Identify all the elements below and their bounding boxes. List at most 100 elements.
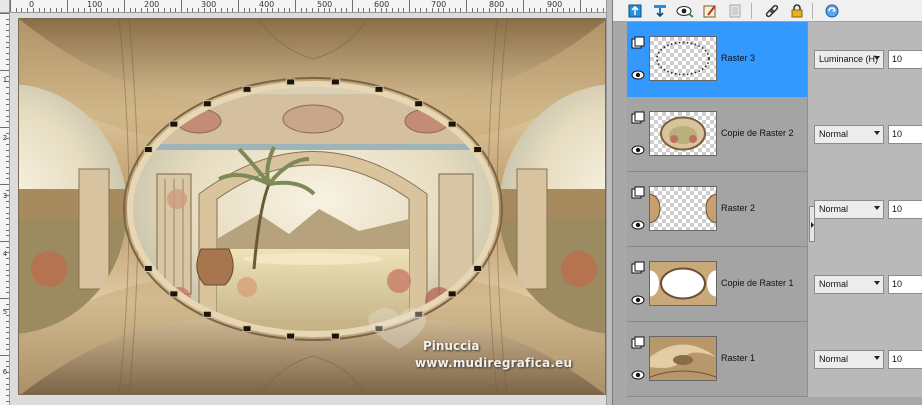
blend-mode-dropdown[interactable]: Normal — [814, 350, 884, 369]
layer-icons — [627, 172, 649, 247]
layer-name[interactable]: Copie de Raster 2 — [721, 128, 794, 138]
layer-type-icon[interactable] — [631, 336, 645, 350]
ruler-tick — [6, 292, 9, 294]
ruler-tick — [448, 8, 450, 12]
lock-icon[interactable] — [788, 2, 806, 20]
blend-mode-value: Luminance (H) — [819, 54, 879, 64]
ruler-tick — [181, 0, 182, 12]
layer-name[interactable]: Raster 2 — [721, 203, 755, 213]
sync-icon[interactable] — [823, 2, 841, 20]
ruler-tick — [6, 98, 9, 100]
layer-main[interactable]: Raster 2 — [627, 172, 807, 247]
opacity-field[interactable]: 10 — [888, 350, 922, 369]
ruler-tick — [517, 8, 519, 12]
ruler-tick — [129, 8, 131, 12]
opacity-field[interactable]: 10 — [888, 275, 922, 294]
layer-name[interactable]: Raster 3 — [721, 53, 755, 63]
frame-stud — [330, 332, 340, 340]
blend-mode-dropdown[interactable]: Normal — [814, 200, 884, 219]
ruler-tick — [169, 8, 171, 12]
ruler-tick — [49, 8, 51, 12]
layer-main[interactable]: Copie de Raster 2 — [627, 97, 807, 172]
palette-splitter[interactable] — [809, 206, 815, 242]
frame-stud — [374, 85, 384, 93]
ruler-tick — [243, 8, 245, 12]
ruler-tick — [6, 178, 9, 180]
visibility-eye-icon[interactable] — [631, 293, 645, 305]
layer-row[interactable]: Copie de Raster 2 Normal 10 — [627, 97, 922, 172]
ruler-tick — [6, 47, 9, 49]
layer-thumbnail[interactable] — [649, 36, 717, 81]
ruler-tick — [10, 0, 11, 12]
ruler-tick — [6, 104, 9, 106]
visibility-eye-icon[interactable] — [631, 368, 645, 380]
merge-down-icon[interactable] — [651, 2, 669, 20]
layer-thumbnail[interactable] — [649, 186, 717, 231]
blend-mode-dropdown[interactable]: Normal — [814, 275, 884, 294]
layer-type-icon[interactable] — [631, 186, 645, 200]
chevron-down-icon — [874, 281, 880, 285]
ruler-tick — [528, 8, 530, 12]
ruler-tick — [409, 0, 410, 12]
blend-mode-dropdown[interactable]: Luminance (H) — [814, 50, 884, 69]
ruler-tick — [6, 326, 9, 328]
opacity-field[interactable]: 10 — [888, 200, 922, 219]
ruler-tick — [454, 8, 456, 12]
ruler-tick — [6, 166, 9, 168]
ruler-tick — [562, 8, 564, 12]
ruler-tick — [591, 8, 593, 12]
ruler-tick — [6, 24, 9, 26]
visibility-eye-icon[interactable] — [631, 143, 645, 155]
ruler-tick — [220, 8, 222, 12]
layer-thumbnail[interactable] — [649, 261, 717, 306]
layer-type-icon[interactable] — [631, 261, 645, 275]
visibility-eye-icon[interactable] — [631, 68, 645, 80]
mask-icon[interactable] — [726, 2, 744, 20]
ruler-tick — [6, 121, 9, 123]
ruler-tick — [414, 8, 416, 12]
ruler-tick — [6, 201, 9, 203]
layer-controls: Normal 10 — [807, 172, 922, 247]
horizontal-ruler: 0 100 200 300 400 500 600 700 800 900 — [10, 0, 608, 13]
visibility-eye-icon[interactable] — [631, 218, 645, 230]
ruler-tick — [340, 8, 342, 12]
new-layer-icon[interactable] — [626, 2, 644, 20]
ruler-tick — [135, 8, 137, 12]
layer-row[interactable]: Raster 2 Normal 10 — [627, 172, 922, 247]
ruler-tick — [0, 184, 9, 185]
layer-row[interactable]: Copie de Raster 1 Normal 10 — [627, 247, 922, 322]
layer-thumbnail[interactable] — [649, 111, 717, 156]
frame-stud — [169, 290, 179, 298]
properties-icon[interactable] — [701, 2, 719, 20]
layer-type-icon[interactable] — [631, 36, 645, 50]
layer-main[interactable]: Copie de Raster 1 — [627, 247, 807, 322]
layer-type-icon[interactable] — [631, 111, 645, 125]
ruler-tick — [6, 303, 9, 305]
image-canvas[interactable]: Pinuccia www.mudiregrafica.eu — [18, 18, 606, 395]
layer-row[interactable]: Raster 3 Luminance (H) 10 — [627, 22, 922, 97]
opacity-field[interactable]: 10 — [888, 50, 922, 69]
layer-name[interactable]: Raster 1 — [721, 353, 755, 363]
ruler-tick — [6, 206, 9, 208]
layer-main[interactable]: Raster 1 — [627, 322, 807, 397]
layer-name[interactable]: Copie de Raster 1 — [721, 278, 794, 288]
layer-icons — [627, 22, 649, 97]
ruler-tick — [6, 223, 9, 225]
opacity-field[interactable]: 10 — [888, 125, 922, 144]
layer-main[interactable]: Raster 3 — [627, 22, 807, 97]
ruler-tick — [6, 360, 9, 362]
vertical-ruler: 1 2 3 4 5 6 — [0, 13, 10, 405]
blend-mode-value: Normal — [819, 279, 849, 289]
ruler-tick — [6, 189, 9, 191]
blend-mode-dropdown[interactable]: Normal — [814, 125, 884, 144]
ruler-tick — [397, 8, 399, 12]
ruler-tick — [61, 8, 63, 12]
layer-thumbnail[interactable] — [649, 336, 717, 381]
canvas-workspace[interactable]: 0 100 200 300 400 500 600 700 800 900 1 2 3 4 5 6 — [0, 0, 612, 405]
visibility-icon[interactable] — [676, 2, 694, 20]
layer-row[interactable]: Raster 1 Normal 10 — [627, 322, 922, 397]
ruler-tick — [27, 8, 29, 12]
frame-stud — [202, 100, 212, 108]
link-icon[interactable] — [763, 2, 781, 20]
frame-stud — [286, 332, 296, 340]
